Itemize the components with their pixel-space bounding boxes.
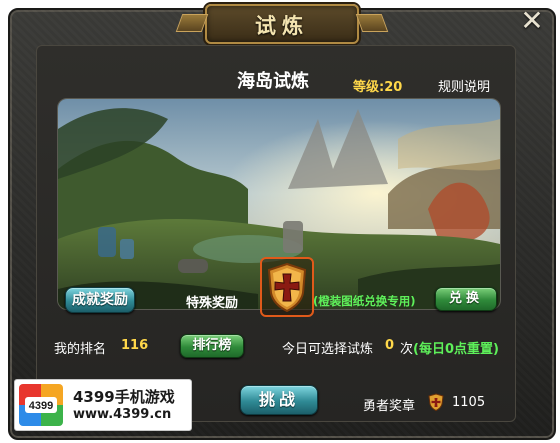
daily-trials-count: 0 — [385, 338, 395, 353]
medal-count: 1105 — [452, 395, 486, 410]
special-reward-label: 特殊奖励 — [186, 296, 239, 311]
medal-shield-icon — [428, 393, 444, 411]
medal-label: 勇者奖章 — [363, 399, 416, 414]
watermark-title: 4399手机游戏 — [73, 388, 175, 406]
exchange-button[interactable]: 兑换 — [435, 287, 497, 311]
stage-level: 等级:20 — [353, 80, 403, 95]
close-icon[interactable]: ✕ — [518, 7, 546, 35]
watermark-url: www.4399.cn — [73, 407, 172, 422]
challenge-button[interactable]: 挑战 — [240, 385, 318, 415]
special-reward-item[interactable] — [260, 257, 314, 317]
leaderboard-button[interactable]: 排行榜 — [180, 334, 244, 358]
my-rank-label: 我的排名 — [54, 342, 107, 357]
4399-logo: 4399 — [19, 384, 63, 426]
daily-trials-unit: 次 — [400, 342, 414, 357]
logo-text: 4399 — [29, 400, 53, 412]
daily-reset-note: (每日0点重置) — [413, 342, 499, 357]
exchange-note: (橙装图纸兑换专用) — [313, 294, 416, 308]
title-plate: 试炼 — [205, 4, 359, 44]
watermark-4399: 4399 4399手机游戏 www.4399.cn — [14, 379, 192, 431]
window-title: 试炼 — [255, 14, 309, 38]
rules-link[interactable]: 规则说明 — [438, 76, 490, 95]
shield-cross-icon — [267, 262, 307, 313]
daily-trials-label: 今日可选择试炼 — [282, 342, 374, 357]
stage-title: 海岛试炼 — [237, 71, 309, 92]
achievement-reward-button[interactable]: 成就奖励 — [65, 287, 135, 313]
my-rank-value: 116 — [121, 338, 149, 353]
